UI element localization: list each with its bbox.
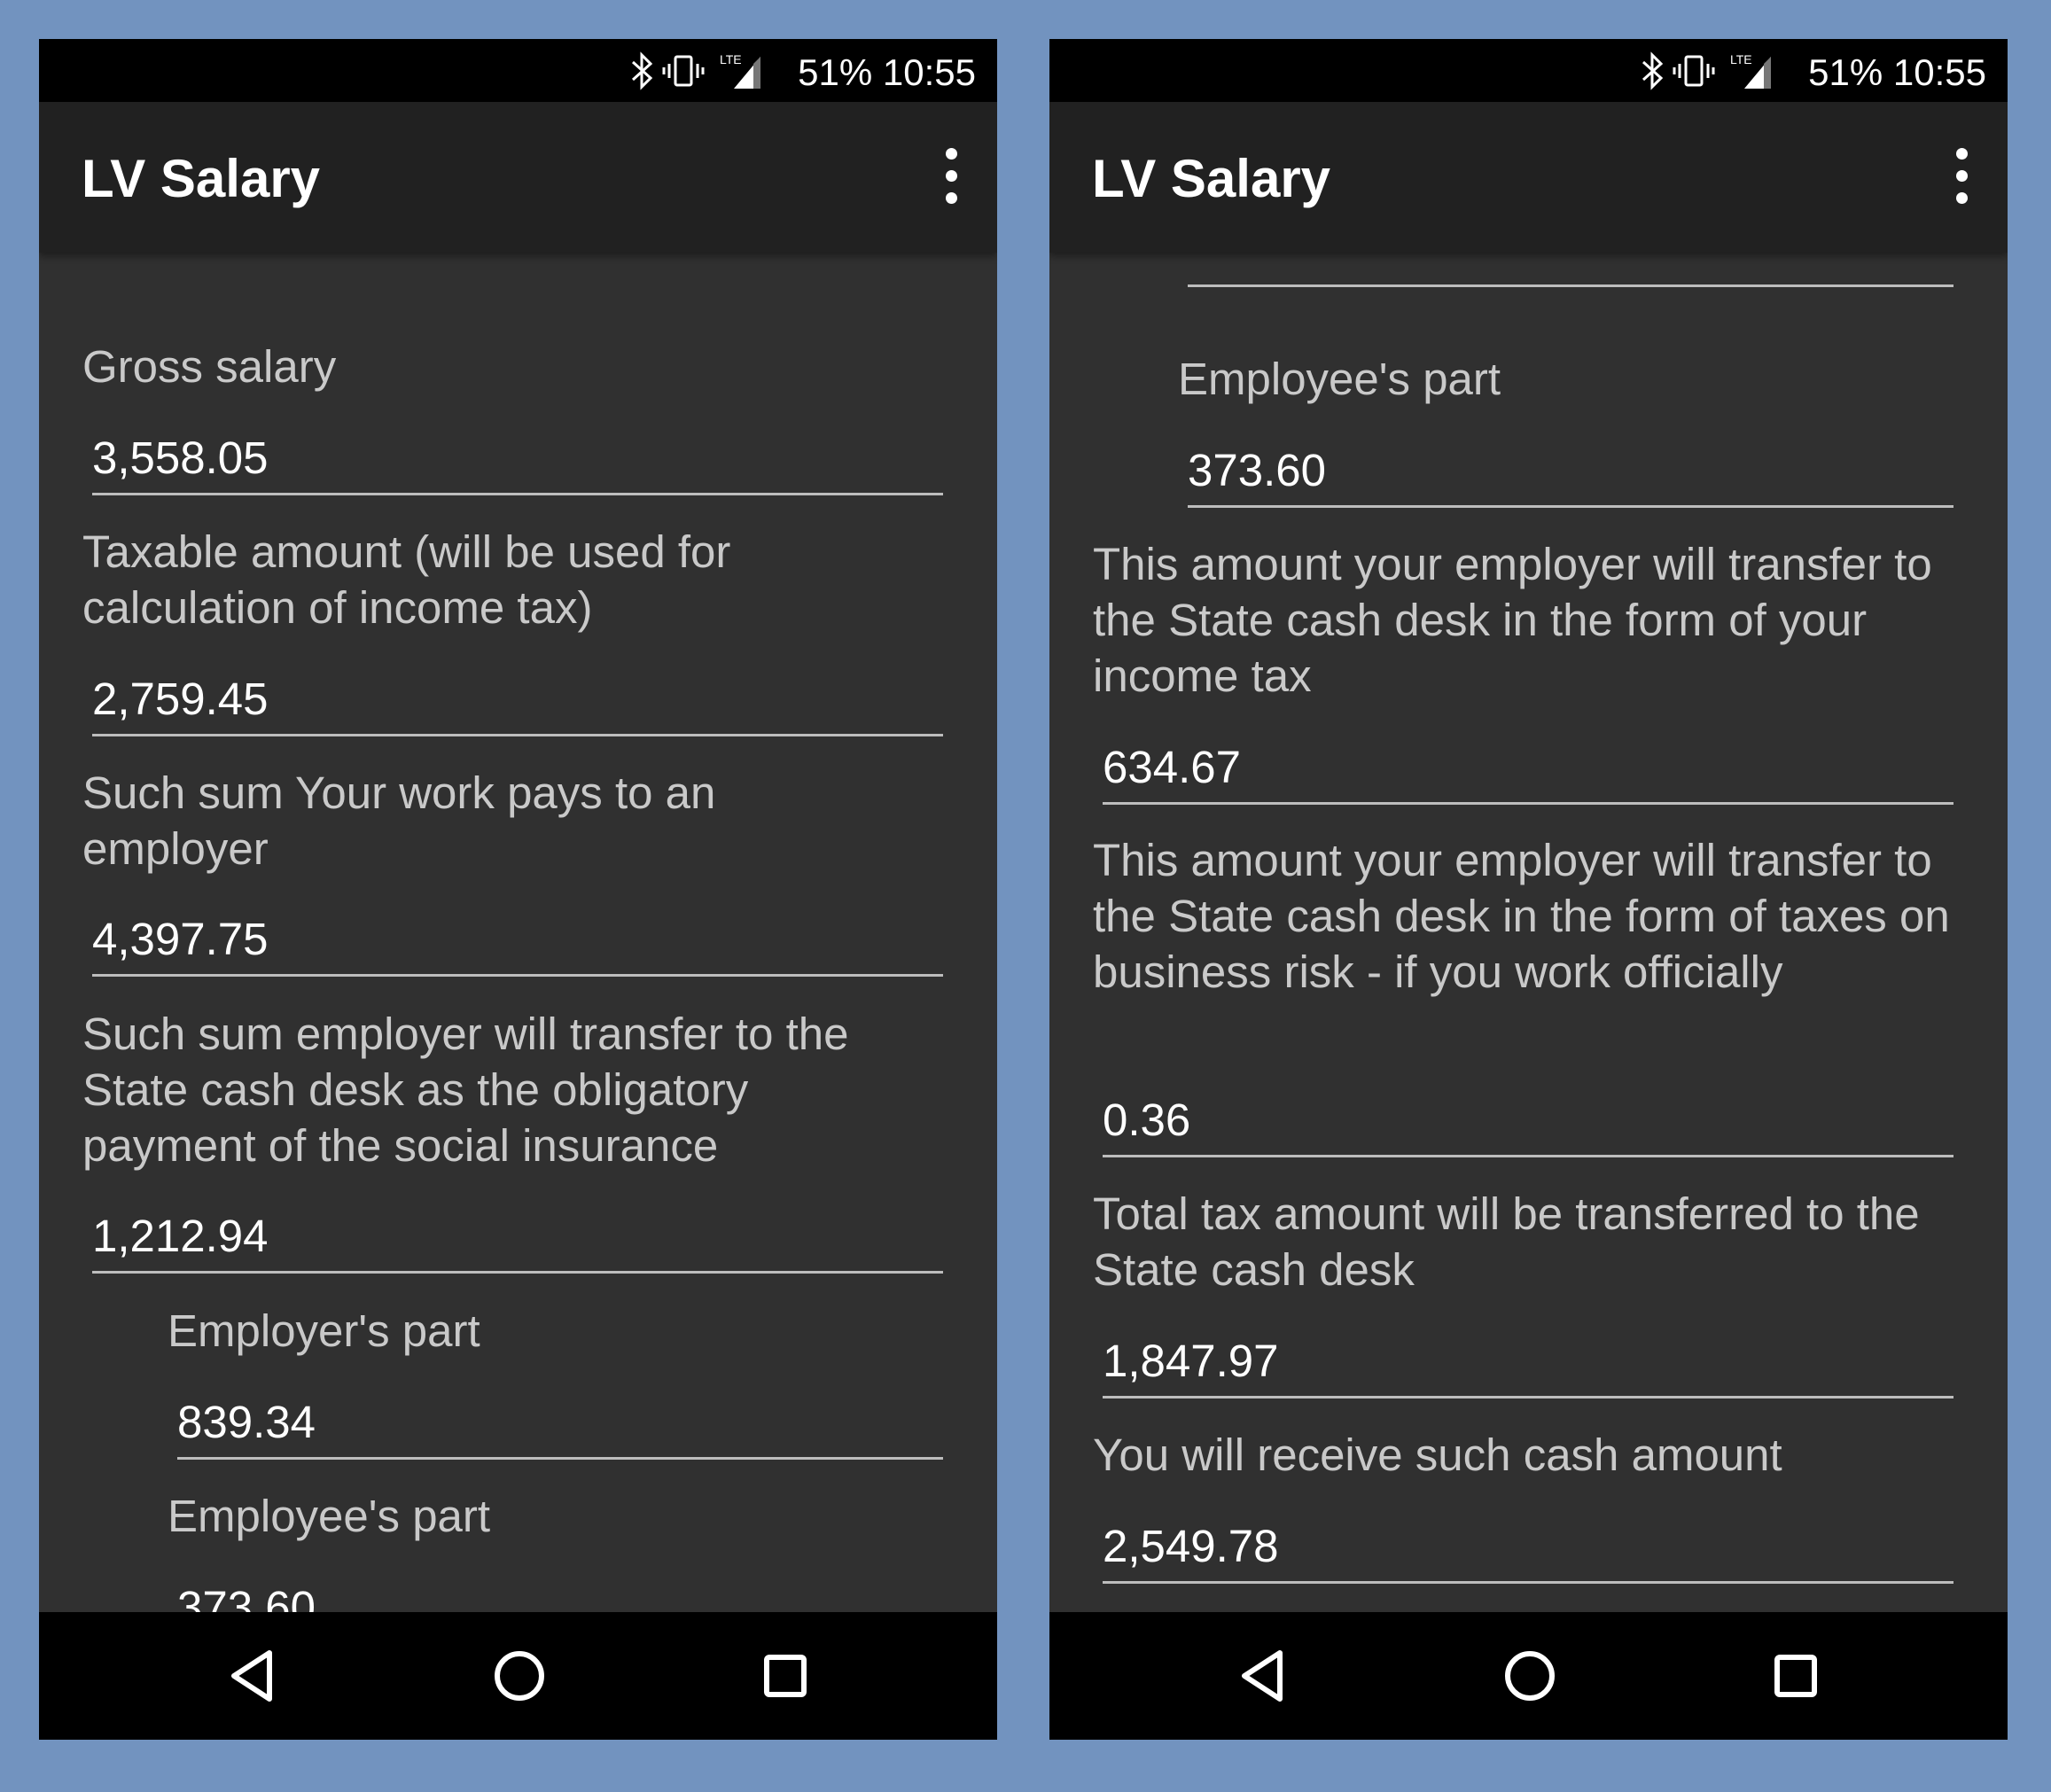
field-label: This amount your employer will transfer … — [1093, 835, 1950, 997]
bluetooth-icon — [631, 51, 653, 90]
left-phone-screen: LTE 51% 10:55 LV Salary Gross salary 3,5… — [39, 39, 997, 1740]
status-icons: LTE — [1642, 51, 1771, 90]
app-title: LV Salary — [1092, 149, 1331, 208]
svg-text:LTE: LTE — [1730, 52, 1752, 66]
overflow-menu-icon[interactable] — [944, 148, 958, 205]
status-bar: LTE 51% 10:55 — [39, 39, 997, 102]
field-value[interactable]: 1,847.97 — [1103, 1335, 1279, 1387]
field-value[interactable]: 0.36 — [1103, 1094, 1190, 1146]
overflow-menu-icon[interactable] — [1954, 148, 1969, 205]
field-value[interactable]: 839.34 — [177, 1396, 316, 1448]
home-icon[interactable] — [493, 1649, 546, 1707]
app-toolbar: LV Salary — [1049, 102, 2008, 253]
field-underline — [92, 974, 943, 977]
status-bar: LTE 51% 10:55 — [1049, 39, 2008, 102]
battery-time: 51% 10:55 — [798, 51, 976, 93]
navigation-bar — [1049, 1612, 2008, 1740]
field-underline — [92, 1271, 943, 1274]
field-value[interactable]: 1,212.94 — [92, 1210, 269, 1262]
field-value[interactable]: 634.67 — [1103, 741, 1241, 793]
vibrate-icon — [662, 55, 705, 87]
field-label: Employee's part — [1178, 354, 1501, 404]
status-icons: LTE — [631, 51, 760, 90]
field-underline — [1103, 1155, 1954, 1157]
field-label: Such sum Your work pays to an employer — [82, 767, 716, 874]
field-label: This amount your employer will transfer … — [1093, 539, 1932, 701]
field-label: You will receive such cash amount — [1093, 1430, 1782, 1480]
field-label: Employee's part — [168, 1491, 491, 1541]
back-icon[interactable] — [227, 1649, 277, 1707]
lte-signal-icon: LTE — [1730, 52, 1771, 89]
back-icon[interactable] — [1237, 1649, 1287, 1707]
field-value[interactable]: 373.60 — [1188, 444, 1326, 496]
app-title: LV Salary — [82, 149, 321, 208]
field-value[interactable]: 839.34 — [1188, 253, 1326, 257]
field-label: Such sum employer will transfer to the S… — [82, 1009, 849, 1171]
field-underline — [92, 493, 943, 495]
recents-icon[interactable] — [1773, 1649, 1819, 1707]
field-value[interactable]: 2,549.78 — [1103, 1520, 1279, 1572]
field-value[interactable]: 3,558.05 — [92, 432, 269, 484]
field-underline — [1103, 802, 1954, 805]
vibrate-icon — [1673, 55, 1715, 87]
lte-signal-icon: LTE — [720, 52, 760, 89]
home-icon[interactable] — [1503, 1649, 1556, 1707]
result-list: 839.34 Employee's part 373.60 This amoun… — [1049, 253, 2008, 1612]
svg-text:LTE: LTE — [720, 52, 742, 66]
recents-icon[interactable] — [762, 1649, 808, 1707]
field-underline — [177, 1457, 943, 1460]
field-value[interactable]: 2,759.45 — [92, 673, 269, 725]
field-underline — [1103, 1396, 1954, 1399]
field-value[interactable]: 4,397.75 — [92, 913, 269, 965]
battery-time: 51% 10:55 — [1808, 51, 1986, 93]
navigation-bar — [39, 1612, 997, 1740]
field-label: Employer's part — [168, 1305, 480, 1356]
field-underline — [1188, 505, 1954, 508]
field-label: Gross salary — [82, 341, 337, 392]
app-toolbar: LV Salary — [39, 102, 997, 253]
field-label: Taxable amount (will be used for calcula… — [82, 526, 731, 633]
field-value[interactable]: 373.60 — [177, 1581, 316, 1612]
bluetooth-icon — [1642, 51, 1664, 90]
result-list: Gross salary 3,558.05 Taxable amount (wi… — [39, 253, 997, 1612]
right-phone-screen: LTE 51% 10:55 LV Salary 839.34 Employee'… — [1049, 39, 2008, 1740]
field-underline — [92, 734, 943, 736]
field-underline — [1188, 284, 1954, 287]
field-underline — [1103, 1581, 1954, 1584]
field-label: Total tax amount will be transferred to … — [1093, 1188, 1920, 1295]
